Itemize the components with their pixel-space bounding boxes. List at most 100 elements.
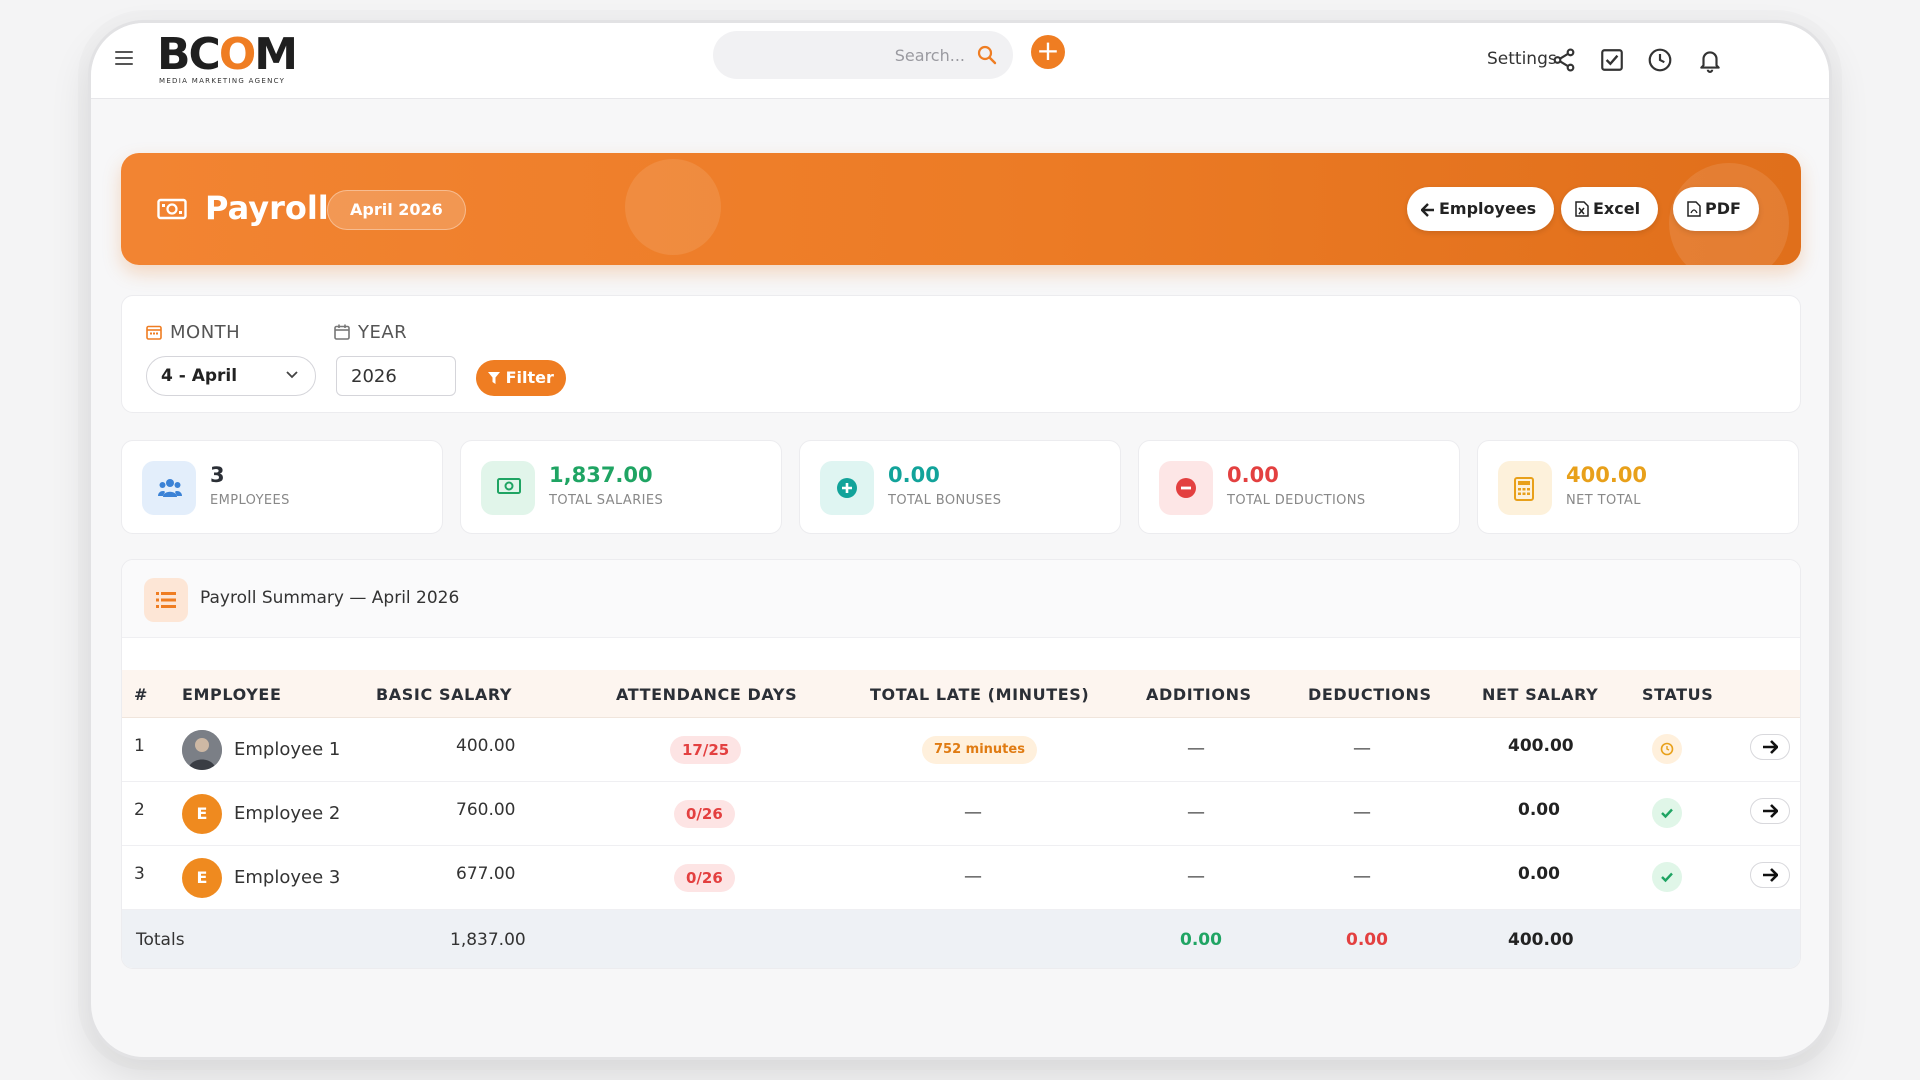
stat-icon-box: [820, 461, 874, 515]
arrow-right-icon: [1763, 868, 1778, 882]
column-header: EMPLOYEE: [182, 685, 282, 704]
view-row-button[interactable]: [1750, 734, 1790, 760]
add-button[interactable]: +: [1031, 35, 1065, 69]
filter-button[interactable]: Filter: [476, 360, 566, 396]
column-header: TOTAL LATE (MINUTES): [870, 685, 1090, 704]
basic-salary: 760.00: [456, 800, 516, 820]
stat-value: 400.00: [1566, 463, 1648, 487]
arrow-right-icon: [1763, 804, 1778, 818]
avatar: E: [182, 794, 222, 834]
top-bar: BCOM MEDIA MARKETING AGENCY + Settings: [91, 23, 1829, 99]
employee-name[interactable]: Employee 3: [234, 867, 340, 888]
chevron-down-icon: [286, 371, 298, 379]
search-icon[interactable]: [977, 45, 997, 65]
list-icon-box: [144, 578, 188, 622]
employees-button[interactable]: Employees: [1407, 187, 1555, 231]
list-icon: [156, 592, 176, 608]
stat-card-net-total: 400.00 NET TOTAL: [1477, 440, 1799, 534]
stat-label: NET TOTAL: [1566, 493, 1641, 508]
net-salary: 0.00: [1518, 864, 1560, 884]
payroll-banner: Payroll April 2026 Employees Excel PDF: [121, 153, 1801, 265]
view-row-button[interactable]: [1750, 862, 1790, 888]
attendance-badge: 0/26: [674, 864, 735, 892]
search-box[interactable]: [713, 31, 1013, 79]
year-input[interactable]: [336, 356, 456, 396]
pending-clock-icon: [1660, 742, 1674, 756]
stat-label: EMPLOYEES: [210, 493, 290, 508]
month-select[interactable]: 4 - April: [146, 356, 316, 396]
arrow-right-icon: [1763, 740, 1778, 754]
minus-circle-icon: [1176, 478, 1196, 498]
settings-link[interactable]: Settings: [1487, 49, 1557, 69]
additions-value: —: [1187, 866, 1205, 887]
logo-text: BCOM: [157, 29, 298, 80]
period-badge: April 2026: [327, 190, 466, 230]
stat-value: 1,837.00: [549, 463, 653, 487]
net-salary: 0.00: [1518, 800, 1560, 820]
deductions-value: —: [1353, 802, 1371, 823]
month-select-value: 4 - April: [161, 366, 238, 386]
row-number: 3: [134, 864, 145, 884]
stat-icon-box: [142, 461, 196, 515]
stat-label: TOTAL BONUSES: [888, 493, 1002, 508]
employee-name[interactable]: Employee 2: [234, 803, 340, 824]
checkbox-icon[interactable]: [1599, 47, 1625, 73]
main-content: Payroll April 2026 Employees Excel PDF M…: [121, 153, 1801, 969]
table-row[interactable]: 2 E Employee 2 760.00 0/26 — — — 0.00: [122, 782, 1800, 846]
column-header: BASIC SALARY: [376, 685, 513, 704]
filter-card: MONTH YEAR 4 - April Filter: [121, 295, 1801, 413]
employee-name[interactable]: Employee 1: [234, 739, 340, 760]
stat-label: TOTAL SALARIES: [549, 493, 664, 508]
status-badge: [1652, 798, 1682, 828]
view-row-button[interactable]: [1750, 798, 1790, 824]
share-icon[interactable]: [1551, 47, 1577, 73]
table-row[interactable]: 3 E Employee 3 677.00 0/26 — — — 0.00: [122, 846, 1800, 910]
stat-value: 3: [210, 463, 225, 487]
check-icon: [1661, 808, 1673, 819]
row-number: 2: [134, 800, 145, 820]
avatar: [182, 730, 222, 770]
additions-value: —: [1187, 738, 1205, 759]
avatar: E: [182, 858, 222, 898]
table-header-row: # EMPLOYEE BASIC SALARY ATTENDANCE DAYS …: [122, 670, 1800, 718]
stat-icon-box: [1498, 461, 1552, 515]
basic-salary: 400.00: [456, 736, 516, 756]
table-row[interactable]: 1 Employee 1 400.00 17/25 752 minutes — …: [122, 718, 1800, 782]
menu-icon[interactable]: [115, 51, 133, 65]
pdf-button-label: PDF: [1705, 199, 1741, 218]
column-header: STATUS: [1642, 685, 1714, 704]
bell-icon[interactable]: [1697, 47, 1723, 73]
check-icon: [1661, 872, 1673, 883]
arrow-left-icon: [1420, 203, 1434, 217]
column-header: ADDITIONS: [1146, 685, 1252, 704]
totals-deductions: 0.00: [1346, 930, 1388, 950]
page-title: Payroll: [205, 189, 329, 227]
stats-row: 3 EMPLOYEES 1,837.00 TOTAL SALARIES 0.00…: [121, 440, 1801, 534]
app-window: BCOM MEDIA MARKETING AGENCY + Settings P…: [88, 20, 1832, 1060]
month-label: MONTH: [146, 322, 240, 343]
search-input[interactable]: [729, 31, 965, 79]
clock-icon[interactable]: [1647, 47, 1673, 73]
calculator-icon: [1514, 477, 1534, 501]
column-header: #: [134, 685, 149, 704]
stat-card-employees: 3 EMPLOYEES: [121, 440, 443, 534]
stat-card-total-bonuses: 0.00 TOTAL BONUSES: [799, 440, 1121, 534]
status-badge: [1652, 862, 1682, 892]
late-value: —: [964, 866, 982, 887]
money-icon: [497, 478, 521, 494]
plus-circle-icon: [837, 478, 857, 498]
logo[interactable]: BCOM MEDIA MARKETING AGENCY: [157, 29, 298, 86]
totals-additions: 0.00: [1180, 930, 1222, 950]
stat-icon-box: [481, 461, 535, 515]
attendance-badge: 17/25: [670, 736, 742, 764]
month-label-text: MONTH: [170, 322, 241, 343]
column-header: ATTENDANCE DAYS: [616, 685, 798, 704]
filter-button-label: Filter: [505, 368, 554, 387]
pdf-button[interactable]: PDF: [1673, 187, 1759, 231]
excel-button-label: Excel: [1593, 199, 1641, 218]
excel-button[interactable]: Excel: [1561, 187, 1659, 231]
calendar-icon: [146, 325, 162, 340]
stat-card-total-deductions: 0.00 TOTAL DEDUCTIONS: [1138, 440, 1460, 534]
year-label-text: YEAR: [358, 322, 408, 343]
late-value: —: [964, 802, 982, 823]
